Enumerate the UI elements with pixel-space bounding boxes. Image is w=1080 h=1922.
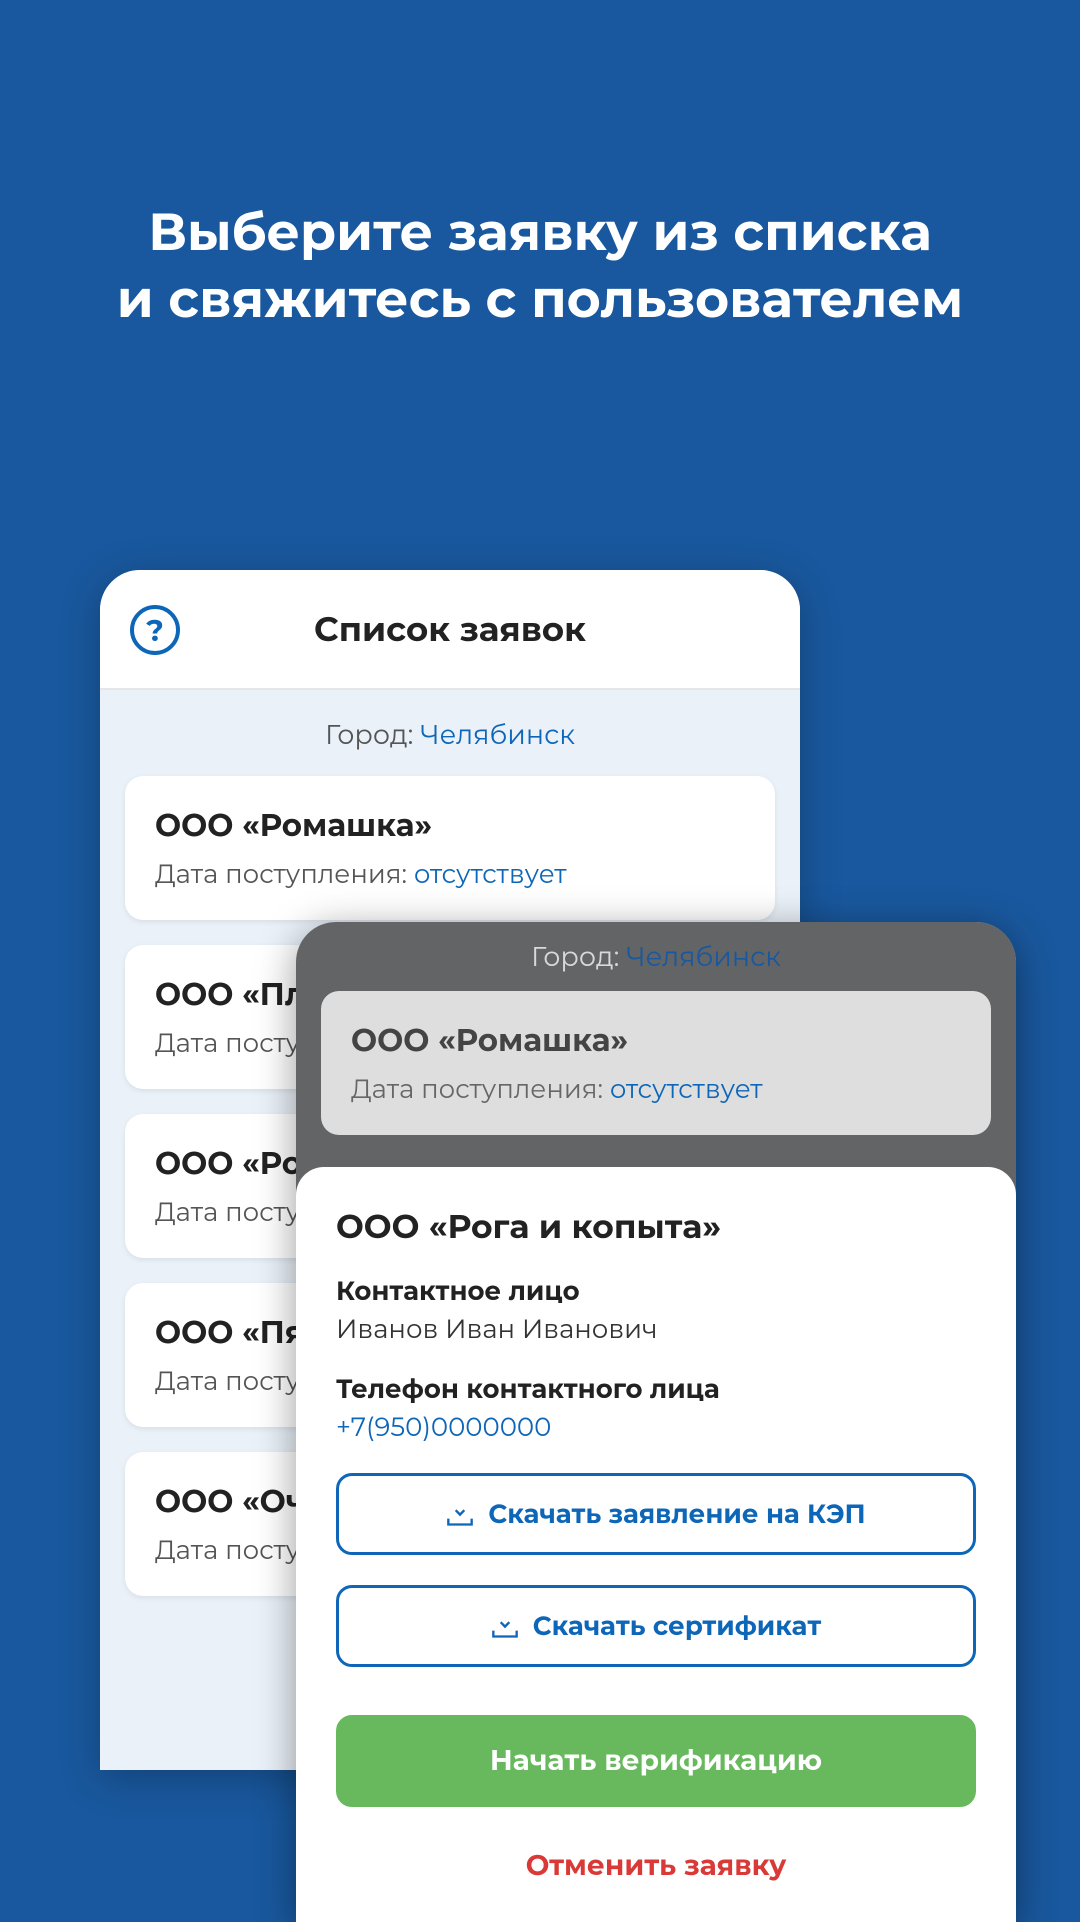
- start-verification-button[interactable]: Начать верификацию: [336, 1715, 976, 1807]
- download-icon: [491, 1614, 519, 1638]
- titlebar: ? Список заявок: [100, 570, 800, 690]
- contact-value: Иванов Иван Иванович: [336, 1313, 976, 1345]
- date-line: Дата поступления: отсутствует: [351, 1073, 961, 1105]
- download-icon: [446, 1502, 474, 1526]
- bottom-sheet: ООО «Рога и копыта» Контактное лицо Иван…: [296, 1167, 1016, 1922]
- headline-line-2: и свяжитесь с пользователем: [117, 268, 964, 331]
- city-label: Город:: [531, 940, 626, 973]
- city-filter: Город: Челябинск: [296, 922, 1016, 991]
- headline-line-1: Выберите заявку из списка: [148, 201, 932, 264]
- promo-headline: Выберите заявку из списка и свяжитесь с …: [0, 0, 1080, 333]
- contact-label: Контактное лицо: [336, 1275, 976, 1307]
- date-line: Дата поступления: отсутствует: [155, 858, 745, 890]
- org-name: ООО «Ромашка»: [351, 1021, 961, 1059]
- download-certificate-button[interactable]: Скачать сертификат: [336, 1585, 976, 1667]
- button-label: Скачать заявление на КЭП: [488, 1498, 865, 1530]
- detail-org-name: ООО «Рога и копыта»: [336, 1207, 976, 1247]
- cancel-request-button[interactable]: Отменить заявку: [336, 1849, 976, 1883]
- org-name: ООО «Ромашка»: [155, 806, 745, 844]
- request-item: ООО «Ромашка» Дата поступления: отсутств…: [321, 991, 991, 1135]
- city-label: Город:: [325, 718, 420, 751]
- help-icon[interactable]: ?: [130, 605, 180, 655]
- button-label: Скачать сертификат: [533, 1610, 822, 1642]
- city-value: Челябинск: [626, 940, 781, 973]
- city-value: Челябинск: [420, 718, 575, 751]
- city-filter[interactable]: Город: Челябинск: [100, 690, 800, 776]
- screen-request-detail: Город: Челябинск ООО «Ромашка» Дата пост…: [296, 922, 1016, 1922]
- page-title: Список заявок: [314, 608, 586, 650]
- request-item[interactable]: ООО «Ромашка» Дата поступления: отсутств…: [125, 776, 775, 920]
- phone-label: Телефон контактного лица: [336, 1373, 976, 1405]
- button-label: Начать верификацию: [490, 1744, 822, 1778]
- phone-value[interactable]: +7(950)0000000: [336, 1411, 976, 1443]
- download-application-button[interactable]: Скачать заявление на КЭП: [336, 1473, 976, 1555]
